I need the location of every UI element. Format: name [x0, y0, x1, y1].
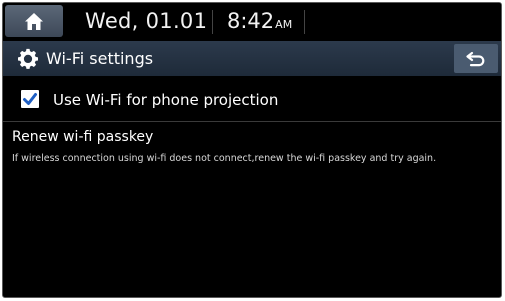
- renew-passkey-title: Renew wi-fi passkey: [12, 129, 154, 145]
- page-title: Wi-Fi settings: [46, 49, 154, 68]
- gear-icon: [18, 48, 38, 69]
- status-divider: [304, 10, 305, 34]
- clock-ampm: AM: [275, 18, 293, 31]
- renew-passkey-option[interactable]: Renew wi-fi passkey If wireless connecti…: [3, 123, 501, 183]
- head-unit-screen: Wed, 01.01 8:42AM Wi-Fi settings Use Wi-…: [2, 2, 502, 298]
- clock-display: 8:42AM: [227, 9, 292, 33]
- renew-passkey-description: If wireless connection using wi-fi does …: [12, 153, 437, 164]
- back-button[interactable]: [454, 44, 498, 73]
- phone-projection-label: Use Wi-Fi for phone projection: [53, 91, 279, 109]
- back-arrow-icon: [466, 51, 485, 66]
- home-icon: [25, 12, 43, 30]
- divider: [3, 121, 501, 122]
- status-bar: Wed, 01.01 8:42AM: [3, 3, 501, 40]
- title-bar: Wi-Fi settings: [3, 41, 501, 76]
- home-button[interactable]: [5, 5, 63, 37]
- status-divider: [212, 10, 213, 34]
- date-display: Wed, 01.01: [85, 9, 208, 33]
- phone-projection-option[interactable]: Use Wi-Fi for phone projection: [3, 77, 501, 121]
- clock-time: 8:42: [227, 9, 275, 33]
- phone-projection-checkbox[interactable]: [21, 90, 39, 108]
- checkmark-icon: [23, 93, 37, 105]
